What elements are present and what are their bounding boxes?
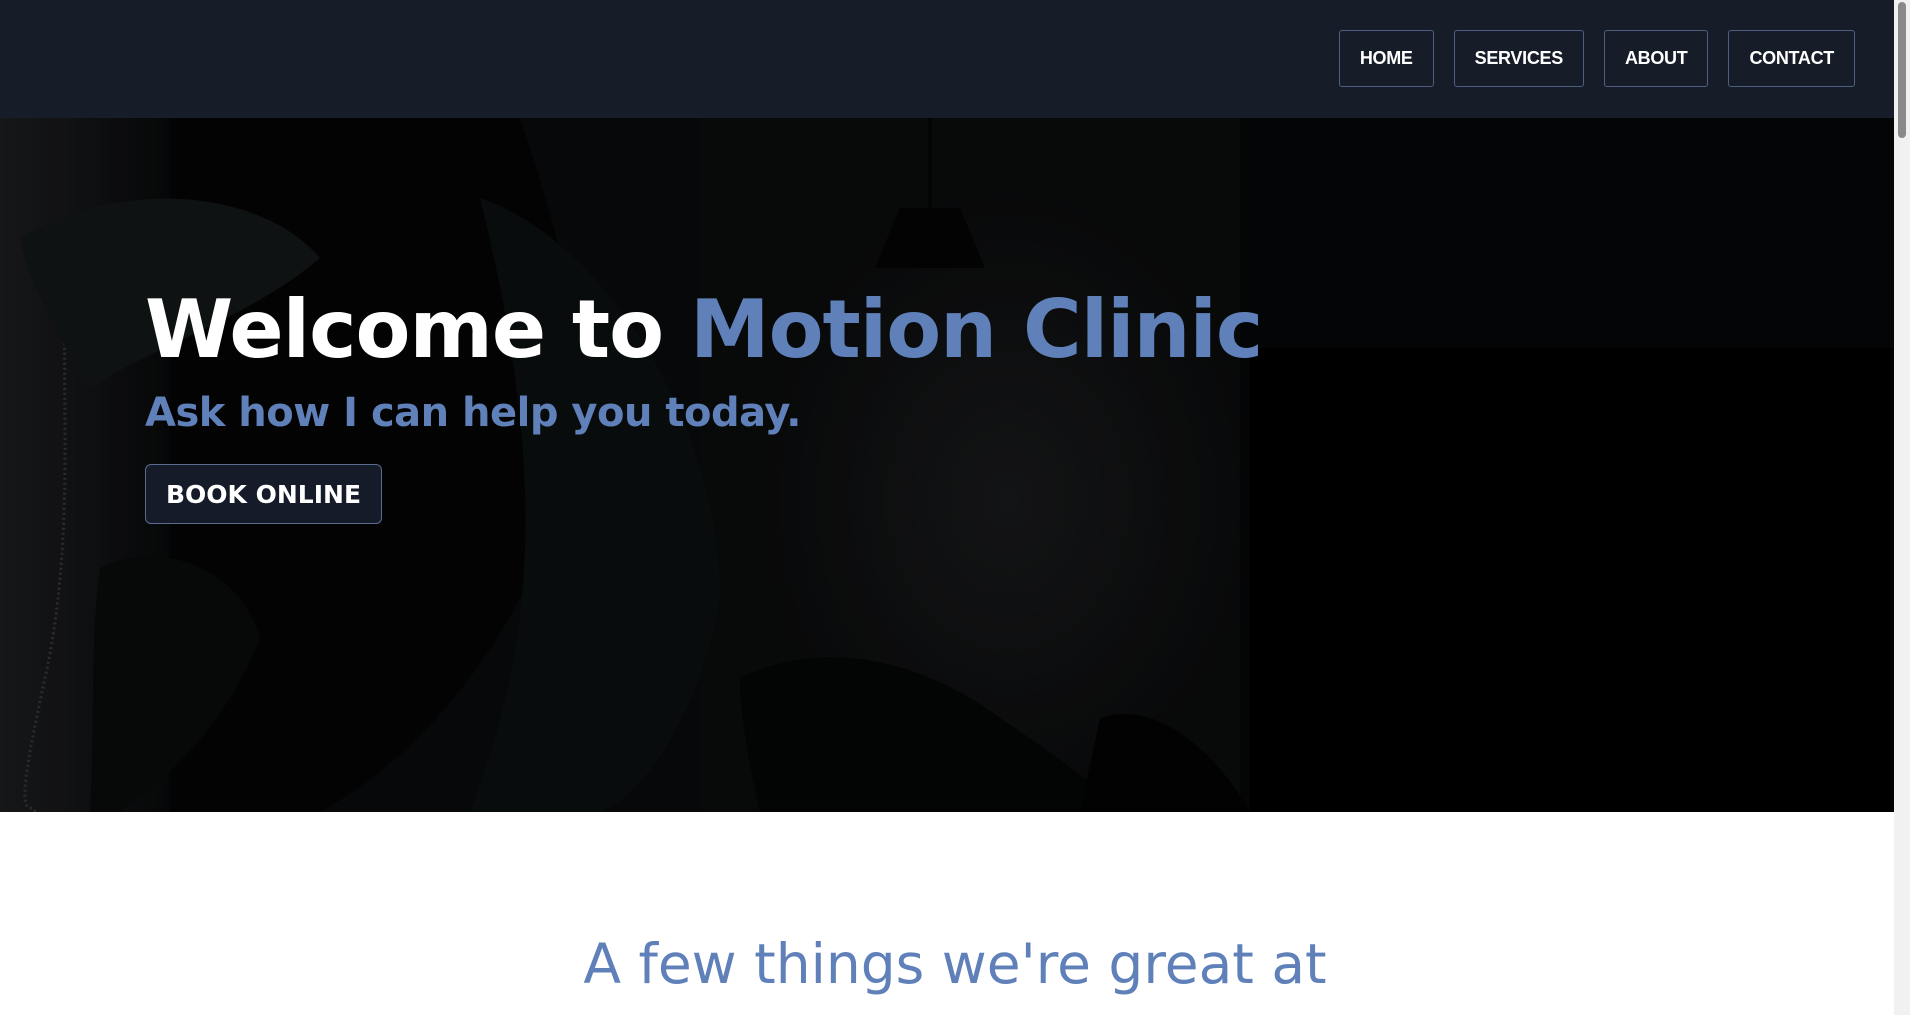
hero-title: Welcome to Motion Clinic	[145, 288, 1263, 372]
hero-content: Welcome to Motion Clinic Ask how I can h…	[145, 288, 1263, 524]
book-online-button[interactable]: BOOK ONLINE	[145, 464, 383, 524]
scrollbar-thumb[interactable]	[1898, 2, 1906, 138]
page-scrollbar[interactable]	[1894, 0, 1910, 1015]
top-navbar: HOME SERVICES ABOUT CONTACT	[0, 0, 1910, 118]
hero-title-prefix: Welcome to	[145, 283, 690, 376]
nav-services-button[interactable]: SERVICES	[1453, 30, 1584, 87]
page: HOME SERVICES ABOUT CONTACT Welcome to M…	[0, 0, 1910, 1015]
hero-title-brand: Motion Clinic	[689, 283, 1263, 376]
features-section: A few things we're great at	[0, 812, 1910, 1015]
nav-menu: HOME SERVICES ABOUT CONTACT	[1338, 30, 1855, 87]
features-heading: A few things we're great at	[583, 932, 1327, 996]
hero-section: Welcome to Motion Clinic Ask how I can h…	[0, 118, 1910, 812]
nav-about-button[interactable]: ABOUT	[1603, 30, 1709, 87]
nav-contact-button[interactable]: CONTACT	[1728, 30, 1855, 87]
nav-home-button[interactable]: HOME	[1338, 30, 1434, 87]
hero-subtitle: Ask how I can help you today.	[145, 390, 801, 436]
